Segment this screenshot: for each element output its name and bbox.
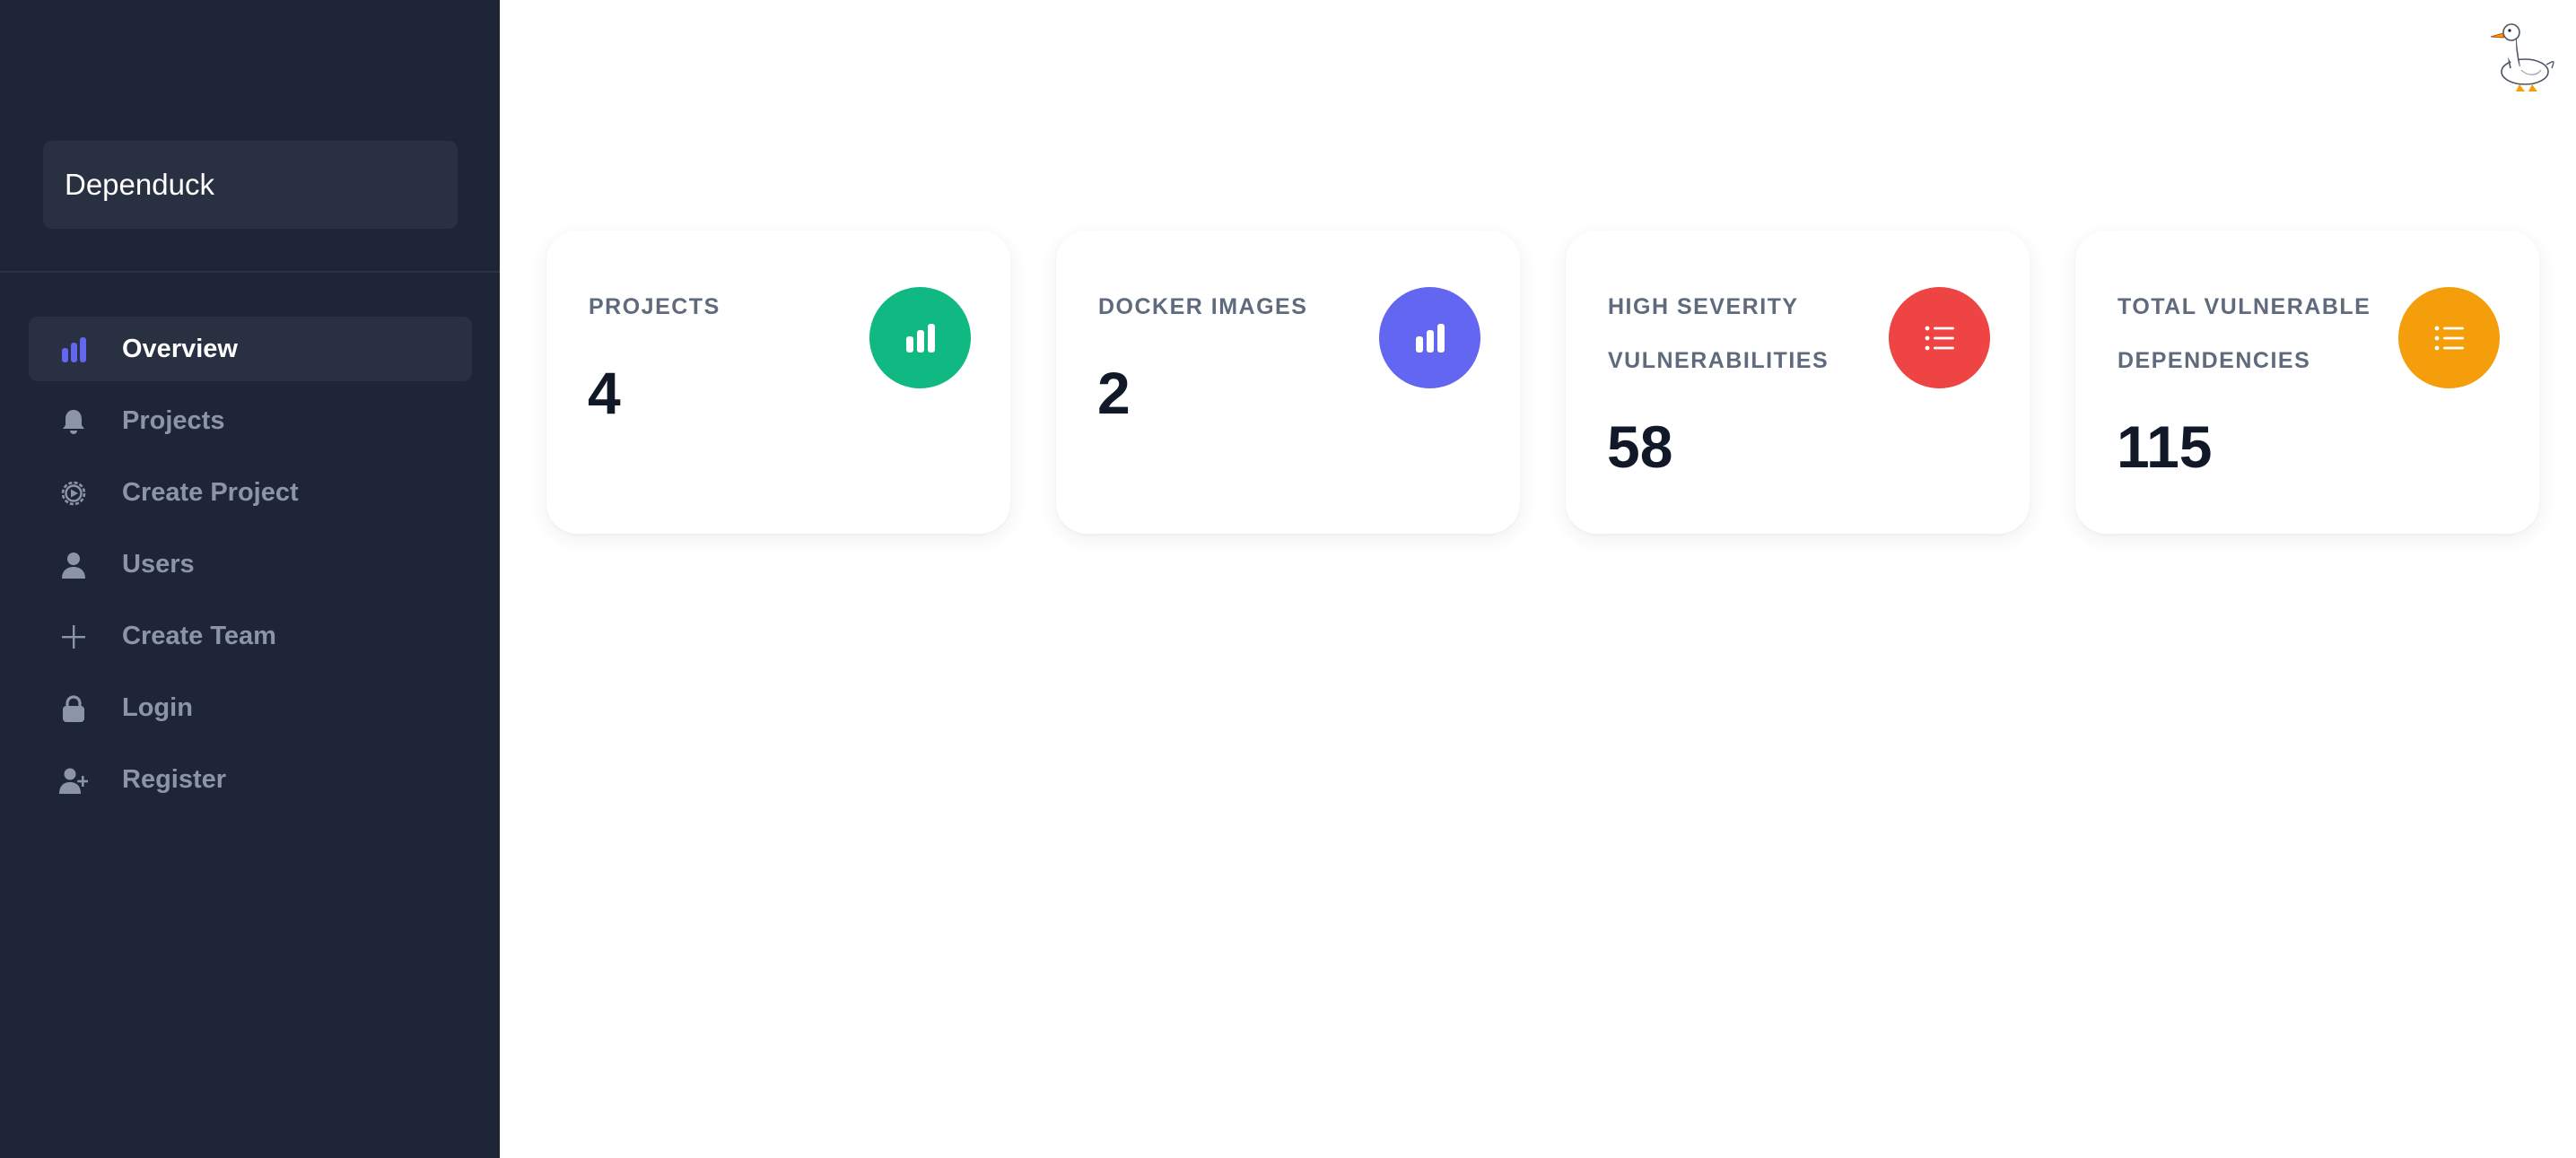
list-icon — [1889, 287, 1990, 388]
sidebar-item-overview[interactable]: Overview — [29, 317, 472, 381]
stat-card-title: TOTAL VULNERABLE DEPENDENCIES — [2118, 294, 2371, 373]
sidebar-item-label: Users — [122, 550, 195, 579]
sidebar-item-create-team[interactable]: Create Team — [29, 604, 472, 668]
stat-card-value: 58 — [1607, 414, 1673, 480]
stat-card-title: HIGH SEVERITY VULNERABILITIES — [1608, 294, 1829, 373]
brand-button[interactable]: Dependuck — [43, 141, 458, 229]
stat-card-projects: PROJECTS 4 — [546, 231, 1010, 534]
sidebar: Dependuck Overview Projects Create Proje… — [0, 0, 500, 1158]
stat-card-value: 2 — [1097, 360, 1131, 426]
gear-icon — [59, 479, 88, 508]
stat-card-title: DOCKER IMAGES — [1098, 294, 1308, 319]
user-icon — [59, 551, 88, 579]
stat-card-value: 115 — [2117, 414, 2213, 480]
sidebar-item-login[interactable]: Login — [29, 675, 472, 740]
lock-icon — [59, 694, 88, 723]
bar-chart-icon — [59, 335, 88, 364]
sidebar-item-users[interactable]: Users — [29, 532, 472, 596]
stat-card-total-vulnerable-dependencies: TOTAL VULNERABLE DEPENDENCIES 115 — [2075, 231, 2539, 534]
stat-card-title: PROJECTS — [589, 294, 720, 319]
sidebar-item-label: Projects — [122, 406, 225, 435]
bell-icon — [59, 407, 88, 436]
sidebar-item-label: Overview — [122, 335, 238, 363]
sidebar-item-label: Login — [122, 693, 193, 722]
plus-icon — [59, 623, 88, 651]
sidebar-divider — [0, 271, 500, 273]
stat-card-high-severity-vulnerabilities: HIGH SEVERITY VULNERABILITIES 58 — [1566, 231, 2030, 534]
bar-chart-icon — [869, 287, 971, 388]
sidebar-item-label: Create Project — [122, 478, 299, 507]
duck-icon — [2484, 20, 2557, 93]
bar-chart-icon — [1379, 287, 1480, 388]
sidebar-item-projects[interactable]: Projects — [29, 388, 472, 453]
user-plus-icon — [59, 766, 88, 795]
stat-card-value: 4 — [588, 360, 621, 426]
sidebar-item-register[interactable]: Register — [29, 747, 472, 812]
sidebar-nav: Overview Projects Create Project Users C… — [29, 317, 472, 819]
list-icon — [2398, 287, 2500, 388]
sidebar-item-create-project[interactable]: Create Project — [29, 460, 472, 525]
stat-card-docker-images: DOCKER IMAGES 2 — [1056, 231, 1520, 534]
sidebar-item-label: Create Team — [122, 622, 276, 650]
sidebar-item-label: Register — [122, 765, 227, 794]
